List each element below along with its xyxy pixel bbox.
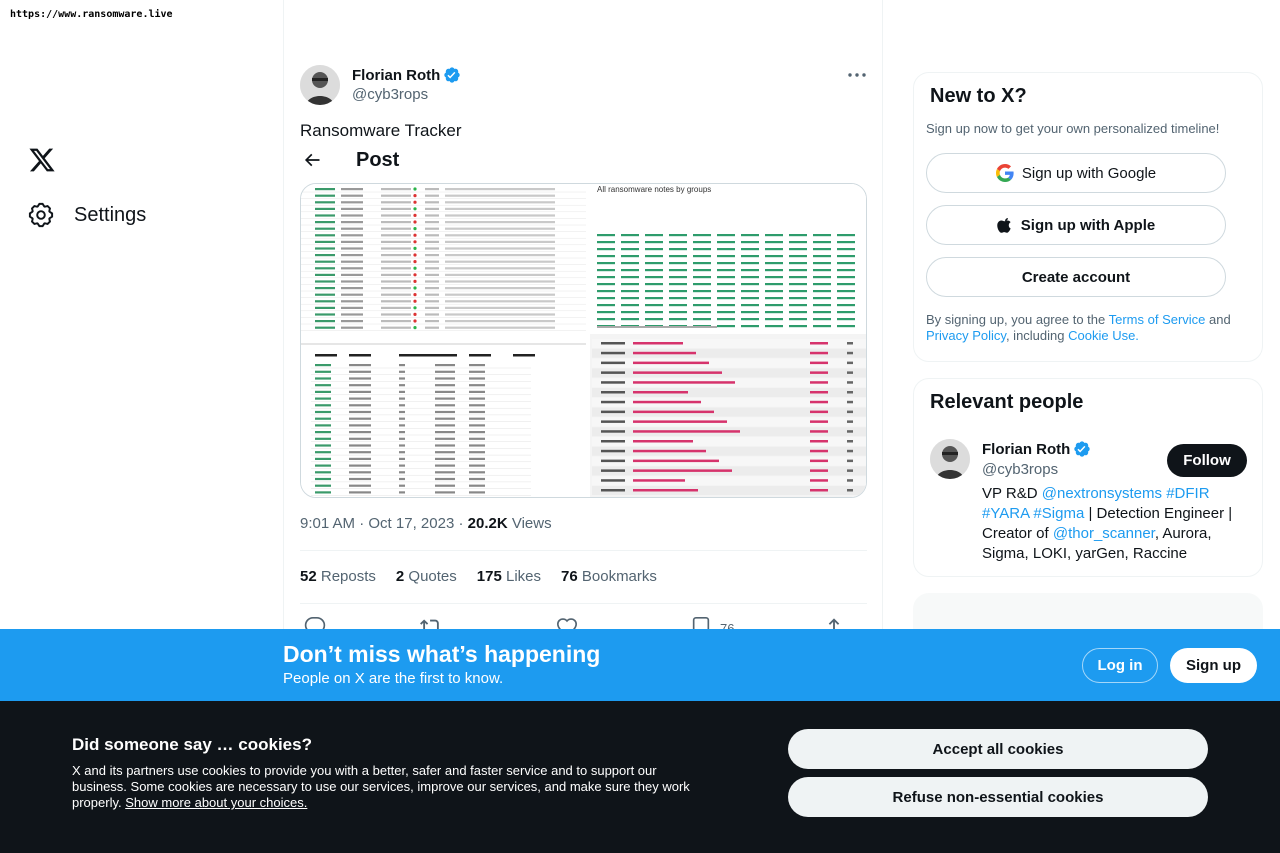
person-name-text: Florian Roth (982, 440, 1071, 458)
views-count: 20.2K (467, 515, 508, 532)
signup-google-button[interactable]: Sign up with Google (926, 153, 1226, 193)
signup-legal-text: By signing up, you agree to the Terms of… (926, 312, 1256, 344)
create-account-button[interactable]: Create account (926, 257, 1226, 297)
legal-and: and (1205, 312, 1231, 327)
bio-link[interactable]: @thor_scanner (1053, 525, 1155, 542)
tweet-stats: 52 Reposts 2 Quotes 175 Likes 76 Bookmar… (300, 568, 677, 585)
divider (300, 550, 867, 551)
x-logo-icon[interactable] (28, 146, 56, 174)
terms-link[interactable]: Terms of Service (1109, 312, 1206, 327)
spreadsheet-collage-icon (301, 184, 866, 497)
stat-bookmarks[interactable]: 76 Bookmarks (561, 568, 657, 585)
signup-apple-label: Sign up with Apple (1020, 216, 1156, 234)
nav-settings[interactable]: Settings (28, 202, 146, 228)
stat-quotes[interactable]: 2 Quotes (396, 568, 457, 585)
signup-card-subtitle: Sign up now to get your own personalized… (926, 121, 1220, 136)
banner-subtitle: People on X are the first to know. (283, 670, 504, 687)
post-header-title: Post (356, 149, 400, 171)
media-notes-header: All ransomware notes by groups (597, 185, 712, 194)
avatar-photo-icon (300, 65, 340, 105)
post-header: Post (284, 140, 559, 180)
back-arrow-icon[interactable] (302, 150, 322, 170)
person-handle[interactable]: @cyb3rops (982, 461, 1058, 478)
nav-settings-label: Settings (74, 203, 147, 226)
cookie-choices-link[interactable]: Show more about your choices. (125, 795, 307, 810)
signup-card: New to X? Sign up now to get your own pe… (913, 72, 1263, 362)
tweet-media-image[interactable]: All ransomware notes by groups (300, 183, 867, 498)
avatar-photo-icon (930, 439, 970, 479)
verified-badge-icon (444, 67, 461, 83)
signup-card-title: New to X? (930, 85, 1027, 107)
banner-title: Don’t miss what’s happening (283, 641, 601, 667)
author-avatar[interactable] (300, 65, 340, 105)
accept-cookies-button[interactable]: Accept all cookies (788, 729, 1208, 769)
stat-reposts[interactable]: 52 Reposts (300, 568, 376, 585)
cookie-use-link[interactable]: Cookie Use. (1068, 328, 1139, 343)
privacy-link[interactable]: Privacy Policy (926, 328, 1006, 343)
person-name[interactable]: Florian Roth (982, 440, 1091, 458)
cookie-text: X and its partners use cookies to provid… (72, 763, 702, 811)
signup-apple-button[interactable]: Sign up with Apple (926, 205, 1226, 245)
bio-text: VP R&D (982, 485, 1042, 502)
apple-logo-icon (997, 217, 1011, 233)
person-avatar[interactable] (930, 439, 970, 479)
bio-hashtag[interactable]: #Sigma (1033, 505, 1084, 522)
author-handle[interactable]: @cyb3rops (352, 86, 428, 103)
signup-google-label: Sign up with Google (1021, 164, 1157, 182)
divider (300, 603, 867, 604)
follow-button[interactable]: Follow (1167, 444, 1247, 477)
bio-link[interactable]: @nextronsystems (1042, 485, 1162, 502)
relevant-people-title: Relevant people (930, 391, 1084, 413)
cookie-consent-bar: Did someone say … cookies? X and its par… (0, 701, 1280, 853)
bio-hashtag[interactable]: #DFIR (1166, 485, 1209, 502)
verified-badge-icon (1074, 441, 1091, 457)
tweet-date[interactable]: Oct 17, 2023 (368, 515, 454, 532)
signup-button[interactable]: Sign up (1170, 648, 1257, 683)
views-label: Views (511, 515, 552, 532)
cookie-title: Did someone say … cookies? (72, 735, 312, 754)
person-bio: VP R&D @nextronsystems #DFIR #YARA #Sigm… (982, 484, 1247, 564)
stat-likes[interactable]: 175 Likes (477, 568, 541, 585)
bio-hashtag[interactable]: #YARA (982, 505, 1029, 522)
create-account-label: Create account (1021, 268, 1131, 286)
legal-including: , including (1005, 328, 1069, 343)
author-name[interactable]: Florian Roth (352, 66, 461, 84)
tweet-time[interactable]: 9:01 AM (300, 515, 355, 532)
author-name-text: Florian Roth (352, 66, 441, 84)
legal-prefix: By signing up, you agree to the (926, 312, 1109, 327)
more-options-icon[interactable] (846, 66, 868, 84)
gear-icon (28, 202, 54, 228)
google-logo-icon (995, 164, 1014, 182)
relevant-people-card: Relevant people Florian Roth @cyb3rops F… (913, 378, 1263, 577)
refuse-cookies-button[interactable]: Refuse non-essential cookies (788, 777, 1208, 817)
login-banner: Don’t miss what’s happening People on X … (0, 629, 1280, 701)
tweet-meta: 9:01 AM · Oct 17, 2023 · 20.2K Views (300, 515, 552, 532)
tweet-text: Ransomware Tracker (300, 121, 462, 140)
login-button[interactable]: Log in (1082, 648, 1158, 683)
